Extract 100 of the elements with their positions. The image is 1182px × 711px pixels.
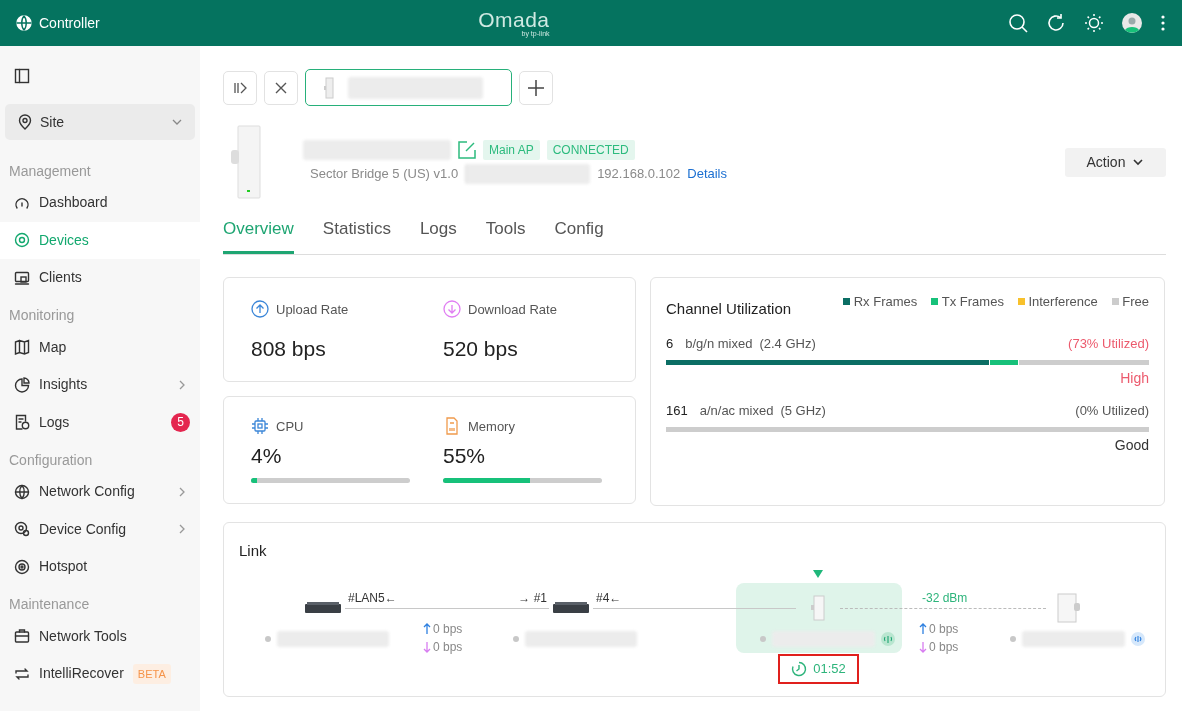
pie-chart-icon xyxy=(14,376,30,393)
up-arrow-icon xyxy=(919,623,927,635)
upload-rate: 0 bps xyxy=(929,621,959,638)
rate-value: 520 bps xyxy=(443,336,519,362)
port-label: → #1 xyxy=(518,590,547,607)
port-label: #4← xyxy=(596,590,622,607)
sidebar-item[interactable]: Insights xyxy=(0,366,200,404)
rate-value: 808 bps xyxy=(251,336,327,362)
sidebar-item[interactable]: Logs 5 xyxy=(0,403,200,441)
download-icon xyxy=(443,300,461,319)
status-text: Good xyxy=(1113,436,1149,455)
down-arrow-icon xyxy=(423,641,431,653)
globe-icon xyxy=(16,15,32,31)
device-model: Sector Bridge 5 (US) v1.0 xyxy=(310,165,459,183)
memory-icon xyxy=(443,417,461,436)
band-label: (5 GHz) xyxy=(780,402,826,420)
legend-label: Interference xyxy=(1028,292,1098,311)
selected-marker-icon xyxy=(813,570,823,578)
utilization-text: (73% Utilized) xyxy=(1068,335,1149,353)
up-arrow-icon xyxy=(423,623,431,635)
utilization-text: (0% Utilized) xyxy=(1075,402,1149,420)
down-arrow-icon xyxy=(919,641,927,653)
section-heading: Configuration xyxy=(8,450,94,470)
status-dot xyxy=(265,636,271,642)
status-tag: Main AP xyxy=(483,140,540,161)
status-tag: CONNECTED xyxy=(546,140,635,161)
status-dot xyxy=(760,636,766,642)
add-button[interactable] xyxy=(519,70,553,105)
resource-value: 55% xyxy=(443,443,487,469)
uptime-text: 01:52 xyxy=(813,660,846,679)
refresh-icon[interactable] xyxy=(1046,13,1066,33)
sidebar-item[interactable]: Hotspot xyxy=(0,548,200,586)
more-icon[interactable] xyxy=(1160,13,1166,33)
chevron-right-icon xyxy=(178,378,186,391)
map-icon xyxy=(14,339,30,356)
band-label: (2.4 GHz) xyxy=(759,335,816,353)
action-button[interactable]: Action xyxy=(1065,147,1166,177)
sidebar-item[interactable]: Network Config xyxy=(0,473,200,511)
upload-icon xyxy=(251,300,269,319)
avatar-icon[interactable] xyxy=(1122,13,1142,33)
count-badge: 5 xyxy=(171,412,190,432)
document-icon xyxy=(14,414,30,431)
app-title: Controller xyxy=(39,13,100,33)
panel-title: Channel Utilization xyxy=(666,298,792,319)
beta-tag: BETA xyxy=(132,663,171,684)
sidebar-toggle-icon[interactable] xyxy=(14,68,30,85)
signal-strength: -32 dBm xyxy=(922,590,968,607)
monitor-icon xyxy=(14,269,30,286)
tab[interactable]: Tools xyxy=(485,216,526,254)
antenna-icon xyxy=(881,632,895,646)
panel-title: Link xyxy=(238,540,268,561)
details-link[interactable]: Details xyxy=(687,164,727,184)
channel-mode: b/g/n mixed xyxy=(685,335,753,353)
port-label: #LAN5← xyxy=(348,590,397,607)
legend-label: Tx Frames xyxy=(941,292,1004,311)
close-icon xyxy=(274,80,288,95)
sun-icon[interactable] xyxy=(1084,13,1104,33)
channel-mode: a/n/ac mixed xyxy=(699,402,774,420)
edit-icon[interactable] xyxy=(458,141,476,160)
access-point-icon xyxy=(324,76,334,99)
resource-label: Memory xyxy=(468,417,515,436)
sidebar-item[interactable]: Clients xyxy=(0,259,200,297)
sidebar-item[interactable]: Map xyxy=(0,328,200,366)
status-text: High xyxy=(1119,369,1149,388)
plus-icon xyxy=(527,78,545,97)
wireless-badge-icon xyxy=(1131,632,1145,646)
section-heading: Maintenance xyxy=(8,595,91,614)
tab[interactable]: Config xyxy=(554,216,604,254)
gear-icon xyxy=(14,521,30,538)
channel-number: 161 xyxy=(666,402,688,420)
site-selector[interactable]: Site xyxy=(5,104,195,140)
logo-wordmark: Omada xyxy=(478,9,550,30)
rate-label: Upload Rate xyxy=(276,300,349,319)
resource-label: CPU xyxy=(276,417,304,436)
status-dot xyxy=(1010,636,1016,642)
collapse-button[interactable] xyxy=(223,70,257,105)
legend-label: Free xyxy=(1122,292,1149,311)
globe-icon xyxy=(14,483,30,500)
sidebar-item[interactable]: Device Config xyxy=(0,510,200,548)
sidebar-item[interactable]: Dashboard xyxy=(0,184,200,222)
search-icon[interactable] xyxy=(1008,13,1028,33)
channel-number: 6 xyxy=(666,335,674,353)
sidebar-item[interactable]: IntelliRecover BETA xyxy=(0,655,200,693)
status-dot xyxy=(513,636,519,642)
location-pin-icon xyxy=(17,114,33,130)
section-heading: Monitoring xyxy=(8,306,76,325)
toolbox-icon xyxy=(14,628,30,645)
chevron-right-icon xyxy=(178,523,186,536)
legend-label: Rx Frames xyxy=(853,292,918,311)
target-icon xyxy=(14,232,30,249)
chip-icon xyxy=(251,417,269,436)
sidebar-item[interactable]: Network Tools xyxy=(0,617,200,655)
device-tab[interactable] xyxy=(305,69,512,106)
section-heading: Management xyxy=(8,161,92,181)
tab[interactable]: Logs xyxy=(419,216,457,254)
upload-rate: 0 bps xyxy=(433,621,463,638)
chevron-right-icon xyxy=(178,485,186,498)
download-rate: 0 bps xyxy=(433,639,463,656)
tab[interactable]: Statistics xyxy=(322,216,391,254)
chevron-down-icon xyxy=(1132,156,1145,168)
